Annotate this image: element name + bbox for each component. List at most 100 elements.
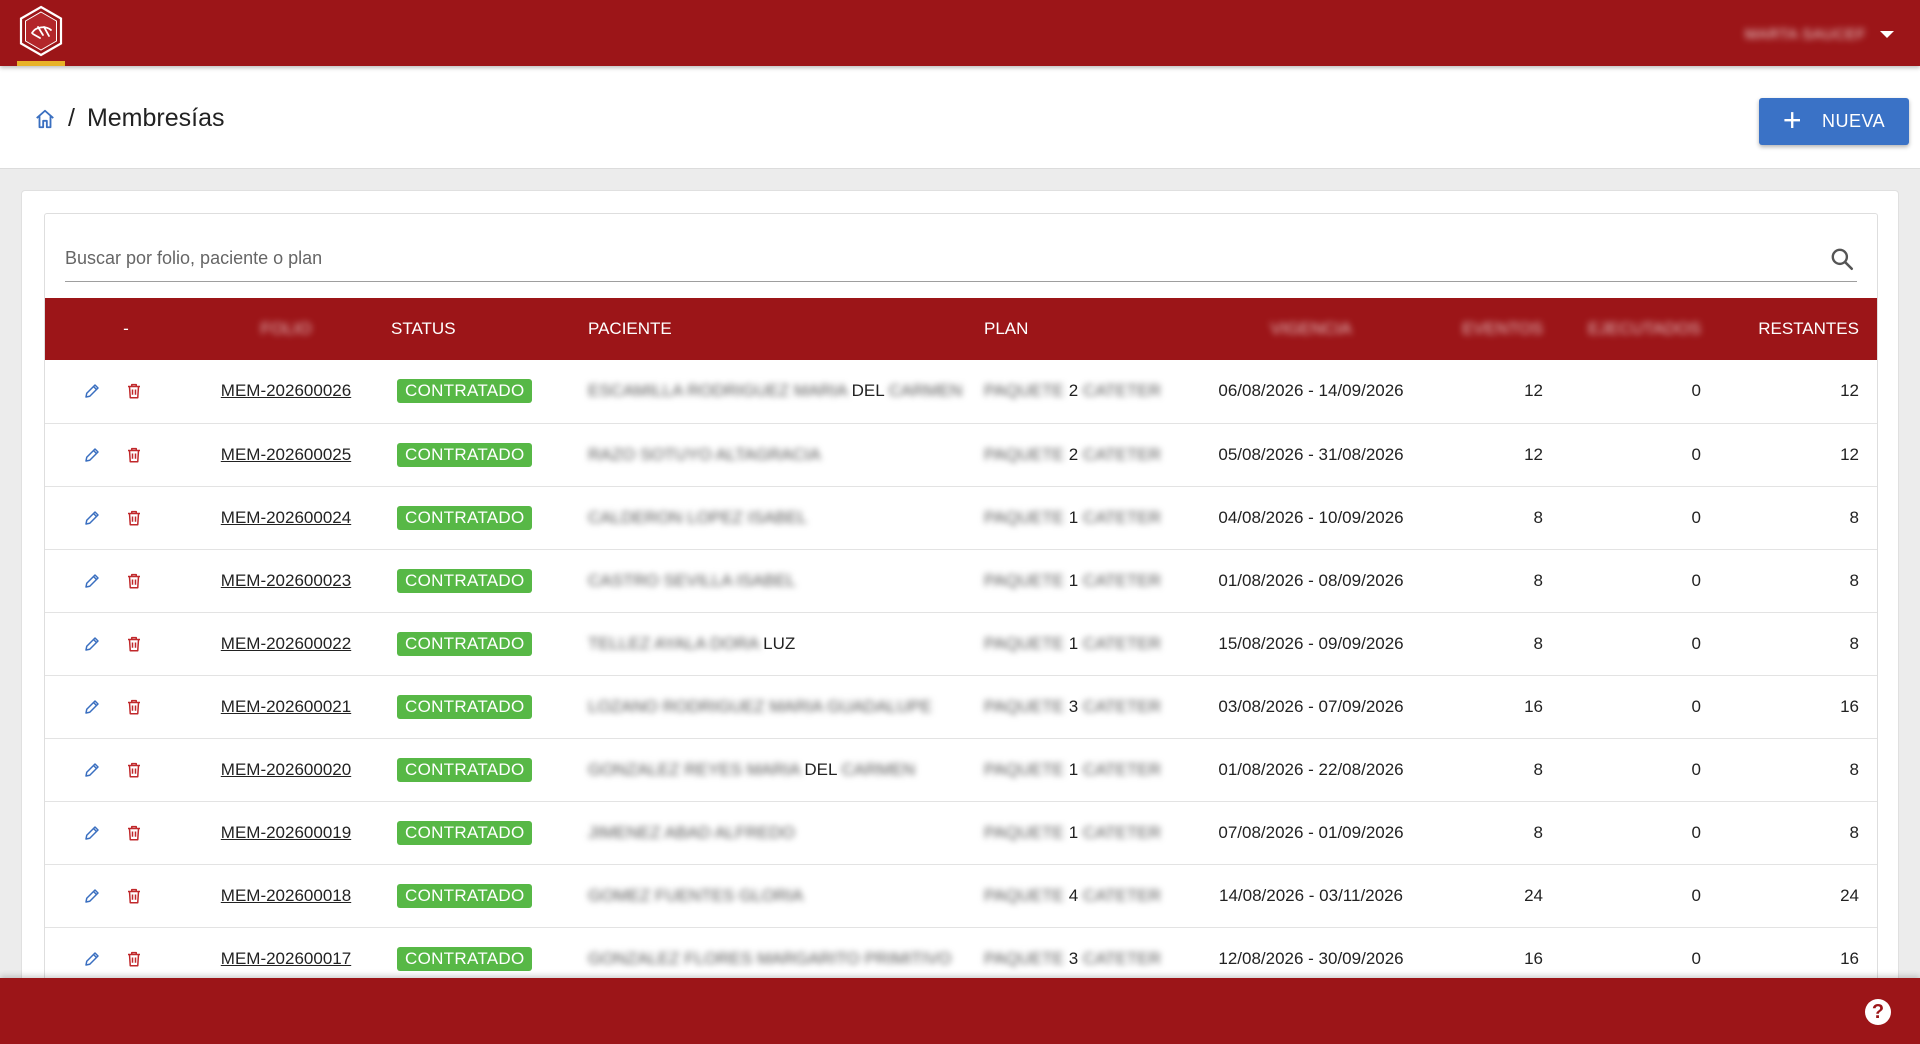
pencil-icon[interactable] <box>83 887 101 905</box>
table-row[interactable]: MEM-202600018 CONTRATADO GOMEZ FUENTES GLO… <box>45 864 1877 927</box>
plan-number: 2 <box>1068 381 1079 401</box>
cell-restantes: 8 <box>1849 507 1859 527</box>
folio-link[interactable]: MEM-202600018 <box>221 886 351 905</box>
cell-restantes: 8 <box>1849 570 1859 590</box>
pencil-icon[interactable] <box>83 950 101 968</box>
chevron-down-icon[interactable] <box>1880 30 1894 38</box>
column-header-vigencia[interactable]: VIGENCIA <box>1191 298 1431 360</box>
plan-name-redacted: PAQUETE <box>984 822 1064 842</box>
pencil-icon[interactable] <box>83 635 101 653</box>
status-badge: CONTRATADO <box>397 505 533 530</box>
column-header-status[interactable]: STATUS <box>365 298 566 360</box>
patient-name-redacted: RAZO SOTUYO ALTAGRACIA <box>588 444 821 464</box>
trash-icon[interactable] <box>125 761 143 779</box>
pencil-icon[interactable] <box>83 761 101 779</box>
plan-type-redacted: CATETER <box>1082 759 1161 779</box>
cell-eventos: 24 <box>1524 885 1543 905</box>
cell-ejecutados: 0 <box>1691 885 1701 905</box>
table-row[interactable]: MEM-202600026 CONTRATADO ESCAMILLA RODRIGU… <box>45 360 1877 423</box>
new-membership-button[interactable]: + NUEVA <box>1759 98 1909 145</box>
cell-ejecutados: 0 <box>1691 822 1701 842</box>
table-row[interactable]: MEM-202600025 CONTRATADO RAZO SOTUYO ALTAG… <box>45 423 1877 486</box>
search-bar <box>65 226 1857 282</box>
row-actions <box>45 675 207 738</box>
cell-folio: MEM-202600021 <box>207 675 365 738</box>
plan-type-redacted: CATETER <box>1082 570 1161 590</box>
patient-name-redacted-tail: CARMEN <box>841 759 916 779</box>
table-row[interactable]: MEM-202600020 CONTRATADO GONZALEZ REYES MA… <box>45 738 1877 801</box>
user-menu[interactable]: MARTA SAUCEF <box>1745 22 1894 46</box>
plan-number: 3 <box>1068 696 1079 716</box>
row-actions <box>45 612 207 675</box>
trash-icon[interactable] <box>125 509 143 527</box>
search-icon[interactable] <box>1829 246 1855 272</box>
cell-status: CONTRATADO <box>365 423 566 486</box>
trash-icon[interactable] <box>125 824 143 842</box>
folio-link[interactable]: MEM-202600022 <box>221 634 351 653</box>
cell-paciente: RAZO SOTUYO ALTAGRACIA <box>566 423 984 486</box>
help-icon[interactable]: ? <box>1865 999 1891 1025</box>
cell-folio: MEM-202600022 <box>207 612 365 675</box>
column-header-eventos[interactable]: EVENTOS <box>1431 298 1559 360</box>
page-header: / Membresías + NUEVA <box>0 66 1920 169</box>
hexagon-logo-icon[interactable] <box>16 4 66 58</box>
trash-icon[interactable] <box>125 635 143 653</box>
plan-name-redacted: PAQUETE <box>984 444 1064 464</box>
folio-link[interactable]: MEM-202600025 <box>221 445 351 464</box>
folio-link[interactable]: MEM-202600023 <box>221 571 351 590</box>
plan-number: 3 <box>1068 948 1079 968</box>
cell-vigencia: 01/08/2026 - 08/09/2026 <box>1218 570 1404 590</box>
logo-active-indicator <box>17 61 65 66</box>
trash-icon[interactable] <box>125 887 143 905</box>
folio-link[interactable]: MEM-202600026 <box>221 381 351 400</box>
folio-link[interactable]: MEM-202600021 <box>221 697 351 716</box>
row-actions <box>45 864 207 927</box>
table-row[interactable]: MEM-202600021 CONTRATADO LOZANO RODRIGUEZ … <box>45 675 1877 738</box>
column-header-restantes[interactable]: RESTANTES <box>1717 298 1877 360</box>
cell-paciente: GOMEZ FUENTES GLORIA <box>566 864 984 927</box>
patient-name-redacted-tail: CARMEN <box>888 381 963 401</box>
pencil-icon[interactable] <box>83 382 101 400</box>
cell-vigencia: 15/08/2026 - 09/09/2026 <box>1218 633 1404 653</box>
column-header-ejecutados[interactable]: EJECUTADOS <box>1559 298 1717 360</box>
column-header-plan[interactable]: PLAN <box>984 298 1191 360</box>
cell-eventos: 8 <box>1533 759 1543 779</box>
folio-link[interactable]: MEM-202600024 <box>221 508 351 527</box>
search-input[interactable] <box>65 248 1765 269</box>
column-header-folio[interactable]: FOLIO <box>207 298 365 360</box>
home-icon[interactable] <box>34 108 56 130</box>
folio-link[interactable]: MEM-202600019 <box>221 823 351 842</box>
footer-bar: ? <box>0 978 1920 1044</box>
user-name: MARTA SAUCEF <box>1744 25 1866 43</box>
folio-link[interactable]: MEM-202600017 <box>221 949 351 968</box>
trash-icon[interactable] <box>125 446 143 464</box>
table-row[interactable]: MEM-202600022 CONTRATADO TELLEZ AYALA DORA… <box>45 612 1877 675</box>
pencil-icon[interactable] <box>83 572 101 590</box>
cell-paciente: CASTRO SEVILLA ISABEL <box>566 549 984 612</box>
patient-name-redacted: LOZANO RODRIGUEZ MARIA GUADALUPE <box>588 696 932 716</box>
table-row[interactable]: MEM-202600023 CONTRATADO CASTRO SEVILLA IS… <box>45 549 1877 612</box>
cell-folio: MEM-202600023 <box>207 549 365 612</box>
cell-plan: PAQUETE 1 CATETER <box>984 612 1191 675</box>
pencil-icon[interactable] <box>83 824 101 842</box>
column-header-paciente[interactable]: PACIENTE <box>566 298 984 360</box>
trash-icon[interactable] <box>125 382 143 400</box>
cell-ejecutados: 0 <box>1691 570 1701 590</box>
trash-icon[interactable] <box>125 950 143 968</box>
pencil-icon[interactable] <box>83 446 101 464</box>
trash-icon[interactable] <box>125 698 143 716</box>
folio-link[interactable]: MEM-202600020 <box>221 760 351 779</box>
pencil-icon[interactable] <box>83 698 101 716</box>
pencil-icon[interactable] <box>83 509 101 527</box>
cell-plan: PAQUETE 4 CATETER <box>984 864 1191 927</box>
cell-plan: PAQUETE 1 CATETER <box>984 486 1191 549</box>
trash-icon[interactable] <box>125 572 143 590</box>
plan-name-redacted: PAQUETE <box>984 381 1064 401</box>
cell-paciente: ESCAMILLA RODRIGUEZ MARIA DEL CARMEN <box>566 360 984 423</box>
table-row[interactable]: MEM-202600019 CONTRATADO JIMENEZ ABAD ALFR… <box>45 801 1877 864</box>
plan-type-redacted: CATETER <box>1082 507 1161 527</box>
cell-ejecutados: 0 <box>1691 633 1701 653</box>
table-row[interactable]: MEM-202600024 CONTRATADO CALDERON LOPEZ IS… <box>45 486 1877 549</box>
cell-vigencia: 07/08/2026 - 01/09/2026 <box>1218 822 1404 842</box>
row-actions <box>45 486 207 549</box>
